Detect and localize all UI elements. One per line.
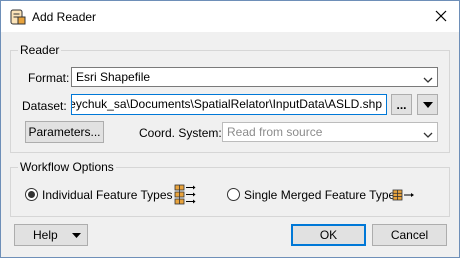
dataset-label: Dataset: xyxy=(22,99,67,113)
ok-button[interactable]: OK xyxy=(291,224,366,246)
single-merged-feature-type-radio[interactable] xyxy=(227,188,240,201)
parameters-button[interactable]: Parameters... xyxy=(25,121,104,143)
browse-label: ... xyxy=(396,97,407,112)
dataset-options-button[interactable] xyxy=(417,94,438,115)
format-dropdown[interactable]: Esri Shapefile xyxy=(71,67,438,87)
close-button[interactable] xyxy=(427,3,455,29)
single-merged-feature-type-icon xyxy=(392,189,416,204)
close-icon xyxy=(435,10,447,22)
single-merged-feature-type-label[interactable]: Single Merged Feature Type xyxy=(244,188,395,202)
format-value: Esri Shapefile xyxy=(76,70,151,84)
reader-group-label: Reader xyxy=(18,43,62,57)
triangle-down-icon xyxy=(422,101,433,108)
dialog-title: Add Reader xyxy=(32,10,97,24)
browse-button[interactable]: ... xyxy=(391,94,412,115)
individual-feature-types-label[interactable]: Individual Feature Types xyxy=(42,188,173,202)
chevron-down-icon xyxy=(423,73,433,87)
parameters-label: Parameters... xyxy=(28,125,101,139)
title-bar: Add Reader xyxy=(1,1,459,32)
coord-system-dropdown[interactable]: Read from source xyxy=(222,122,438,142)
help-label: Help xyxy=(33,228,58,242)
dataset-value: n.opaleychuk_sa\Documents\SpatialRelator… xyxy=(71,97,382,111)
format-label: Format: xyxy=(28,71,70,85)
cancel-label: Cancel xyxy=(390,228,429,242)
reader-app-icon xyxy=(10,9,26,28)
coord-system-label: Coord. System: xyxy=(139,126,222,140)
ok-label: OK xyxy=(319,228,338,242)
workflow-group-label: Workflow Options xyxy=(18,160,116,174)
cancel-button[interactable]: Cancel xyxy=(372,224,447,246)
dataset-input[interactable]: n.opaleychuk_sa\Documents\SpatialRelator… xyxy=(71,94,387,115)
triangle-down-icon xyxy=(72,233,81,238)
individual-feature-types-icon xyxy=(174,184,196,209)
coord-system-value: Read from source xyxy=(227,125,323,139)
chevron-down-icon xyxy=(423,128,433,142)
add-reader-dialog: Add Reader Reader Format: Esri Shapefile… xyxy=(0,0,460,258)
individual-feature-types-radio[interactable] xyxy=(25,188,38,201)
help-button[interactable]: Help xyxy=(14,224,88,246)
